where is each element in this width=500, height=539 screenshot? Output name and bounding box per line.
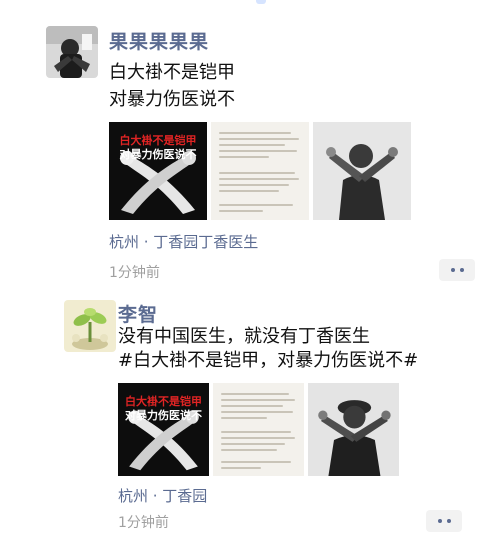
moment-post: 果果果果果 白大褂不是铠甲 对暴力伤医说不 白大褂不是铠甲 对暴力伤医说不 杭州… [0,0,500,292]
post-timestamp: 1分钟前 [109,265,160,281]
post-image-grid: 白大褂不是铠甲 对暴力伤医说不 [109,122,411,220]
post-location[interactable]: 杭州 · 丁香园 [118,485,207,506]
poster-title-white: 对暴力伤医说不 [125,409,202,422]
post-image[interactable] [213,383,304,476]
post-image[interactable] [211,122,309,220]
post-author-name[interactable]: 果果果果果 [109,27,209,54]
post-text-line: 没有中国医生，就没有丁香医生 [118,326,370,347]
more-dots-icon[interactable] [439,259,475,281]
post-timestamp: 1分钟前 [118,515,169,531]
more-dots-icon[interactable] [426,510,462,532]
post-author-name[interactable]: 李智 [118,300,158,327]
post-image[interactable]: 白大褂不是铠甲 对暴力伤医说不 [109,122,207,220]
moment-post: 李智 没有中国医生，就没有丁香医生 #白大褂不是铠甲，对暴力伤医说不# 白大褂不… [0,292,500,539]
poster-title-red: 白大褂不是铠甲 [119,134,197,147]
post-text-line: #白大褂不是铠甲，对暴力伤医说不# [118,350,419,371]
post-image-grid: 白大褂不是铠甲 对暴力伤医说不 [118,383,399,476]
poster-title-red: 白大褂不是铠甲 [125,395,202,408]
post-image[interactable] [308,383,399,476]
post-image[interactable] [313,122,411,220]
post-location[interactable]: 杭州 · 丁香园丁香医生 [109,231,258,252]
post-text-line: 对暴力伤医说不 [109,89,235,110]
avatar[interactable] [46,26,98,78]
avatar[interactable] [64,300,116,352]
poster-title-white: 对暴力伤医说不 [119,148,197,161]
post-text-line: 白大褂不是铠甲 [109,62,235,83]
post-image[interactable]: 白大褂不是铠甲 对暴力伤医说不 [118,383,209,476]
